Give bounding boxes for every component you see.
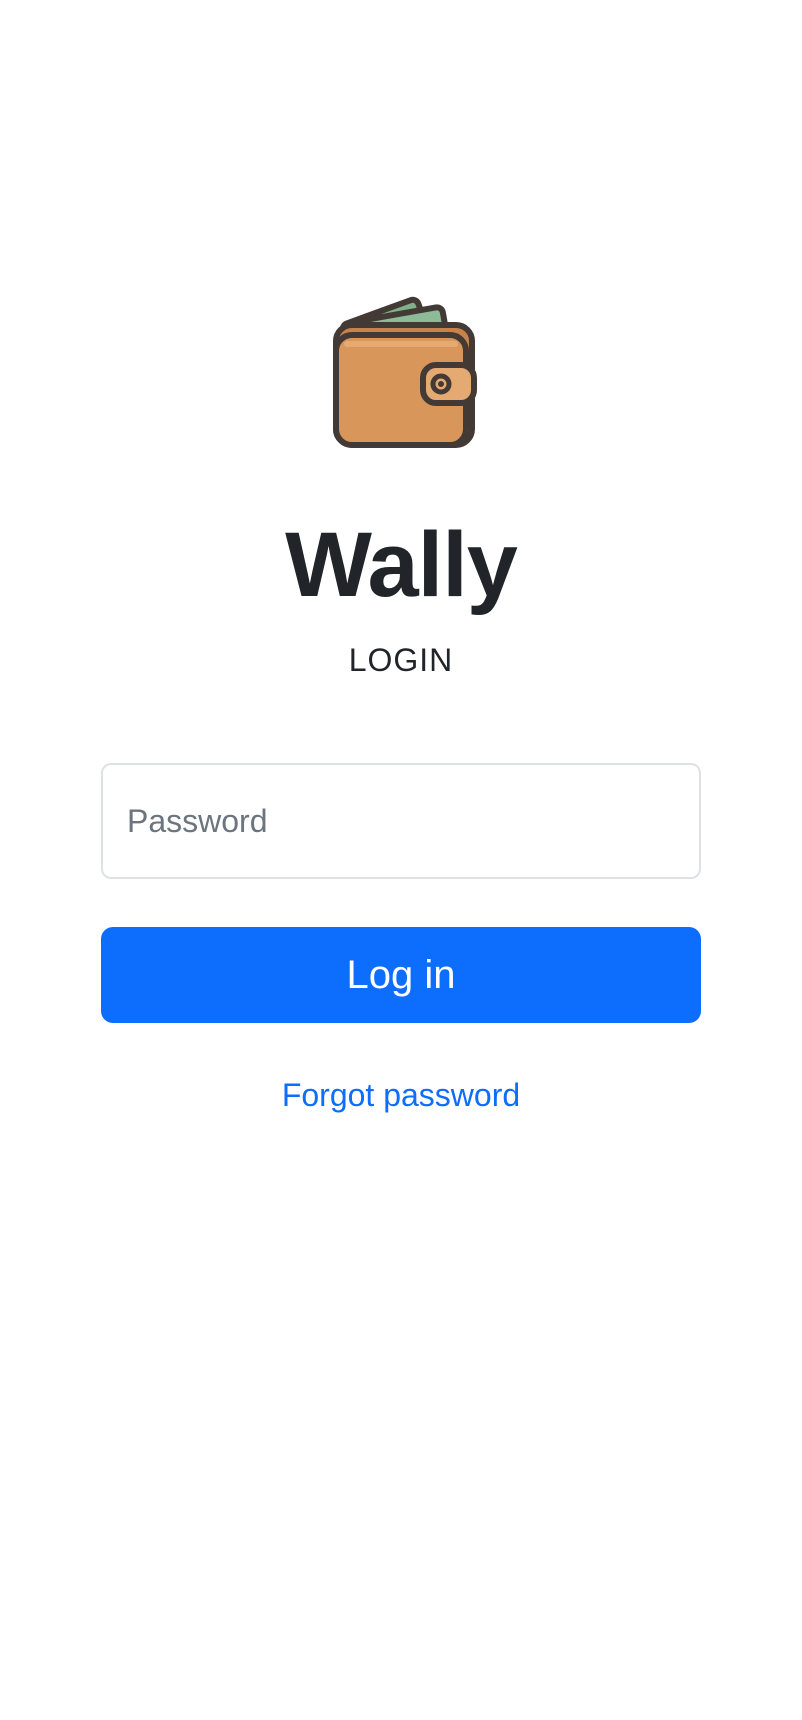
login-screen: Wally LOGIN Log in Forgot password <box>0 0 802 1720</box>
app-title: Wally <box>285 514 518 616</box>
login-subtitle: LOGIN <box>348 642 454 678</box>
password-field[interactable] <box>101 763 701 879</box>
login-button[interactable]: Log in <box>101 927 701 1023</box>
wallet-icon <box>331 280 477 450</box>
forgot-password-link[interactable]: Forgot password <box>271 1075 531 1115</box>
